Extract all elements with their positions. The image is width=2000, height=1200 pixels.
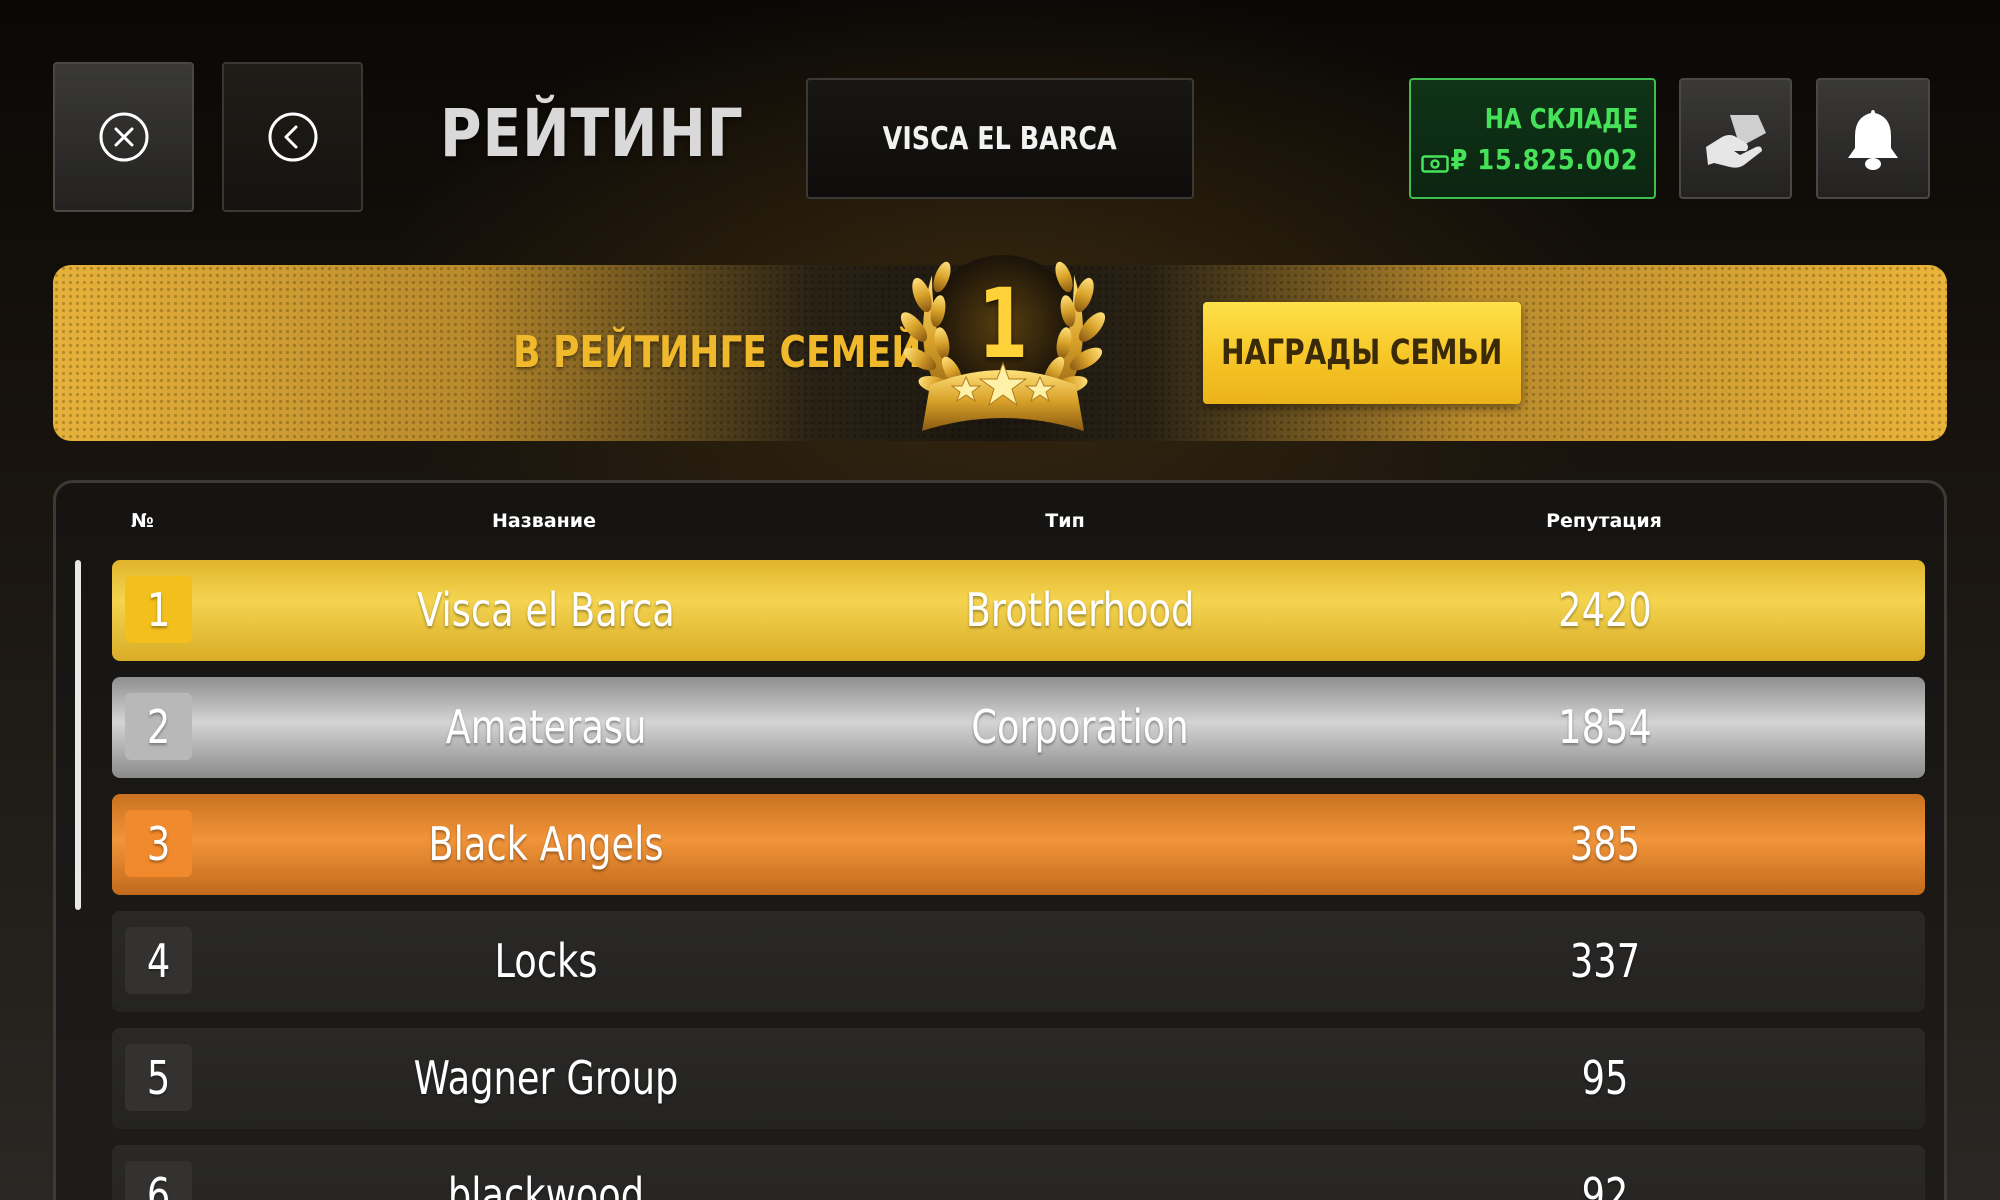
column-header-number: №	[131, 510, 154, 532]
row-name: blackwood	[447, 1168, 645, 1200]
row-name: Wagner Group	[413, 1051, 679, 1105]
rank-badge: 2	[125, 693, 192, 760]
column-header-type: Тип	[1045, 510, 1085, 532]
table-scrollbar[interactable]	[75, 560, 81, 910]
page-title: РЕЙТИНГ	[440, 95, 744, 172]
family-rewards-label: НАГРАДЫ СЕМЬИ	[1221, 333, 1503, 373]
row-name: Visca el Barca	[417, 583, 675, 637]
row-number: 2	[146, 699, 171, 754]
rank-badge: 1	[125, 576, 192, 643]
rank-badge: 3	[125, 810, 192, 877]
warehouse-label: НА СКЛАДЕ	[1484, 102, 1638, 135]
row-number: 1	[146, 582, 171, 637]
table-row[interactable]: 3 Black Angels 385	[112, 794, 1925, 895]
row-reputation: 2420	[1558, 583, 1652, 637]
close-circle-icon	[99, 112, 148, 162]
row-type: Corporation	[971, 700, 1189, 754]
back-button[interactable]	[222, 62, 363, 212]
table-row[interactable]: 5 Wagner Group 95	[112, 1028, 1925, 1129]
row-reputation: 385	[1569, 817, 1641, 871]
row-reputation: 337	[1569, 934, 1641, 988]
warehouse-balance[interactable]: НА СКЛАДЕ ₽ 15.825.002	[1409, 78, 1656, 199]
table-row[interactable]: 1 Visca el Barca Brotherhood 2420	[112, 560, 1925, 661]
family-rank-number: 1	[977, 268, 1029, 380]
row-name: Locks	[494, 934, 598, 988]
family-rating-screen: РЕЙТИНГ VISCA EL BARCA НА СКЛАДЕ ₽ 15.82…	[0, 0, 2000, 1200]
family-name-field: VISCA EL BARCA	[806, 78, 1194, 199]
bell-icon	[1848, 109, 1898, 170]
notifications-button[interactable]	[1816, 78, 1930, 199]
table-row[interactable]: 2 Amaterasu Corporation 1854	[112, 677, 1925, 778]
column-header-reputation: Репутация	[1546, 510, 1662, 532]
cash-bill-icon	[1421, 155, 1449, 173]
column-header-name: Название	[492, 510, 596, 532]
close-button[interactable]	[53, 62, 194, 212]
row-number: 4	[146, 933, 171, 988]
row-number: 5	[146, 1050, 171, 1105]
warehouse-amount: ₽ 15.825.002	[1450, 143, 1638, 176]
row-reputation: 1854	[1558, 700, 1652, 754]
rank-badge: 6	[125, 1161, 192, 1200]
row-name: Amaterasu	[445, 700, 647, 754]
row-reputation: 92	[1581, 1168, 1629, 1200]
row-number: 3	[146, 816, 171, 871]
rank-badge: 4	[125, 927, 192, 994]
row-reputation: 95	[1581, 1051, 1629, 1105]
family-name-label: VISCA EL BARCA	[883, 120, 1117, 157]
table-row[interactable]: 6 blackwood 92	[112, 1145, 1925, 1200]
row-type: Brotherhood	[965, 583, 1195, 637]
row-name: Black Angels	[428, 817, 664, 871]
hand-money-icon	[1705, 114, 1766, 168]
family-rewards-button[interactable]: НАГРАДЫ СЕМЬИ	[1203, 302, 1521, 404]
chevron-left-circle-icon	[268, 112, 317, 162]
banner-rank-caption: В РЕЙТИНГЕ СЕМЕЙ	[513, 327, 922, 378]
transfer-money-button[interactable]	[1679, 78, 1792, 199]
row-number: 6	[146, 1167, 171, 1200]
table-row[interactable]: 4 Locks 337	[112, 911, 1925, 1012]
rank-badge: 5	[125, 1044, 192, 1111]
